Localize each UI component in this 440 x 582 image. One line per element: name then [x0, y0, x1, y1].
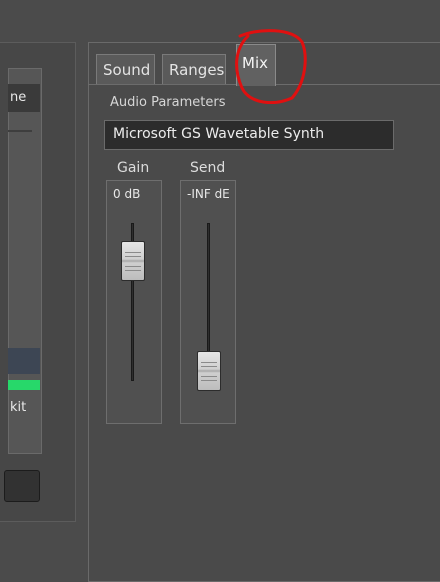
audio-parameters-title: Audio Parameters	[110, 95, 226, 110]
tab-sound-label: Sound	[103, 61, 151, 79]
level-meter	[8, 380, 40, 390]
send-slider-handle[interactable]	[197, 351, 221, 391]
gain-value: 0 dB	[113, 187, 141, 201]
send-strip: -INF dE	[180, 180, 236, 424]
send-value: -INF dE	[187, 187, 230, 201]
tab-ranges[interactable]: Ranges	[162, 54, 226, 84]
send-label: Send	[190, 160, 226, 176]
gain-strip: 0 dB	[106, 180, 162, 424]
list-item-label[interactable]: kit	[10, 400, 26, 415]
tab-mix[interactable]: Mix	[236, 44, 276, 86]
list-divider	[8, 130, 32, 132]
list-header: ne	[8, 84, 40, 112]
selected-list-item[interactable]	[8, 348, 40, 374]
instrument-list[interactable]	[8, 68, 42, 454]
synth-device-field[interactable]: Microsoft GS Wavetable Synth	[104, 120, 394, 150]
gain-slider-handle[interactable]	[121, 241, 145, 281]
tab-mix-label: Mix	[242, 54, 268, 72]
left-panel-button[interactable]	[4, 470, 40, 502]
tab-ranges-label: Ranges	[169, 61, 225, 79]
tab-sound[interactable]: Sound	[96, 54, 155, 84]
gain-label: Gain	[117, 160, 150, 176]
list-header-label: ne	[10, 90, 27, 105]
